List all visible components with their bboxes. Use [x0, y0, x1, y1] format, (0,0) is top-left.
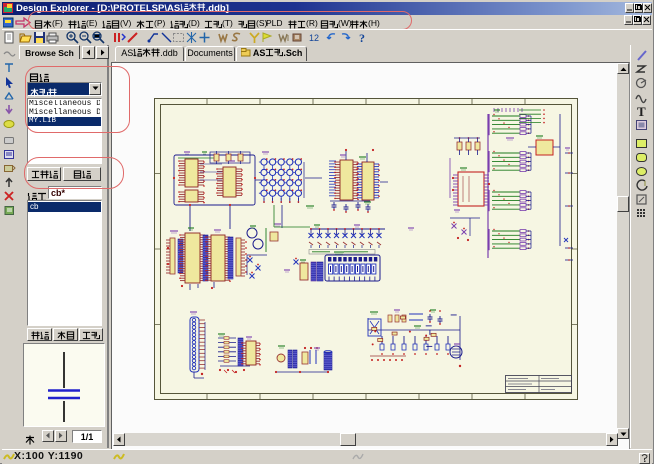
svg-text:?: ?	[359, 31, 365, 44]
svg-text:12: 12	[309, 33, 319, 43]
svg-text:T: T	[637, 105, 646, 118]
